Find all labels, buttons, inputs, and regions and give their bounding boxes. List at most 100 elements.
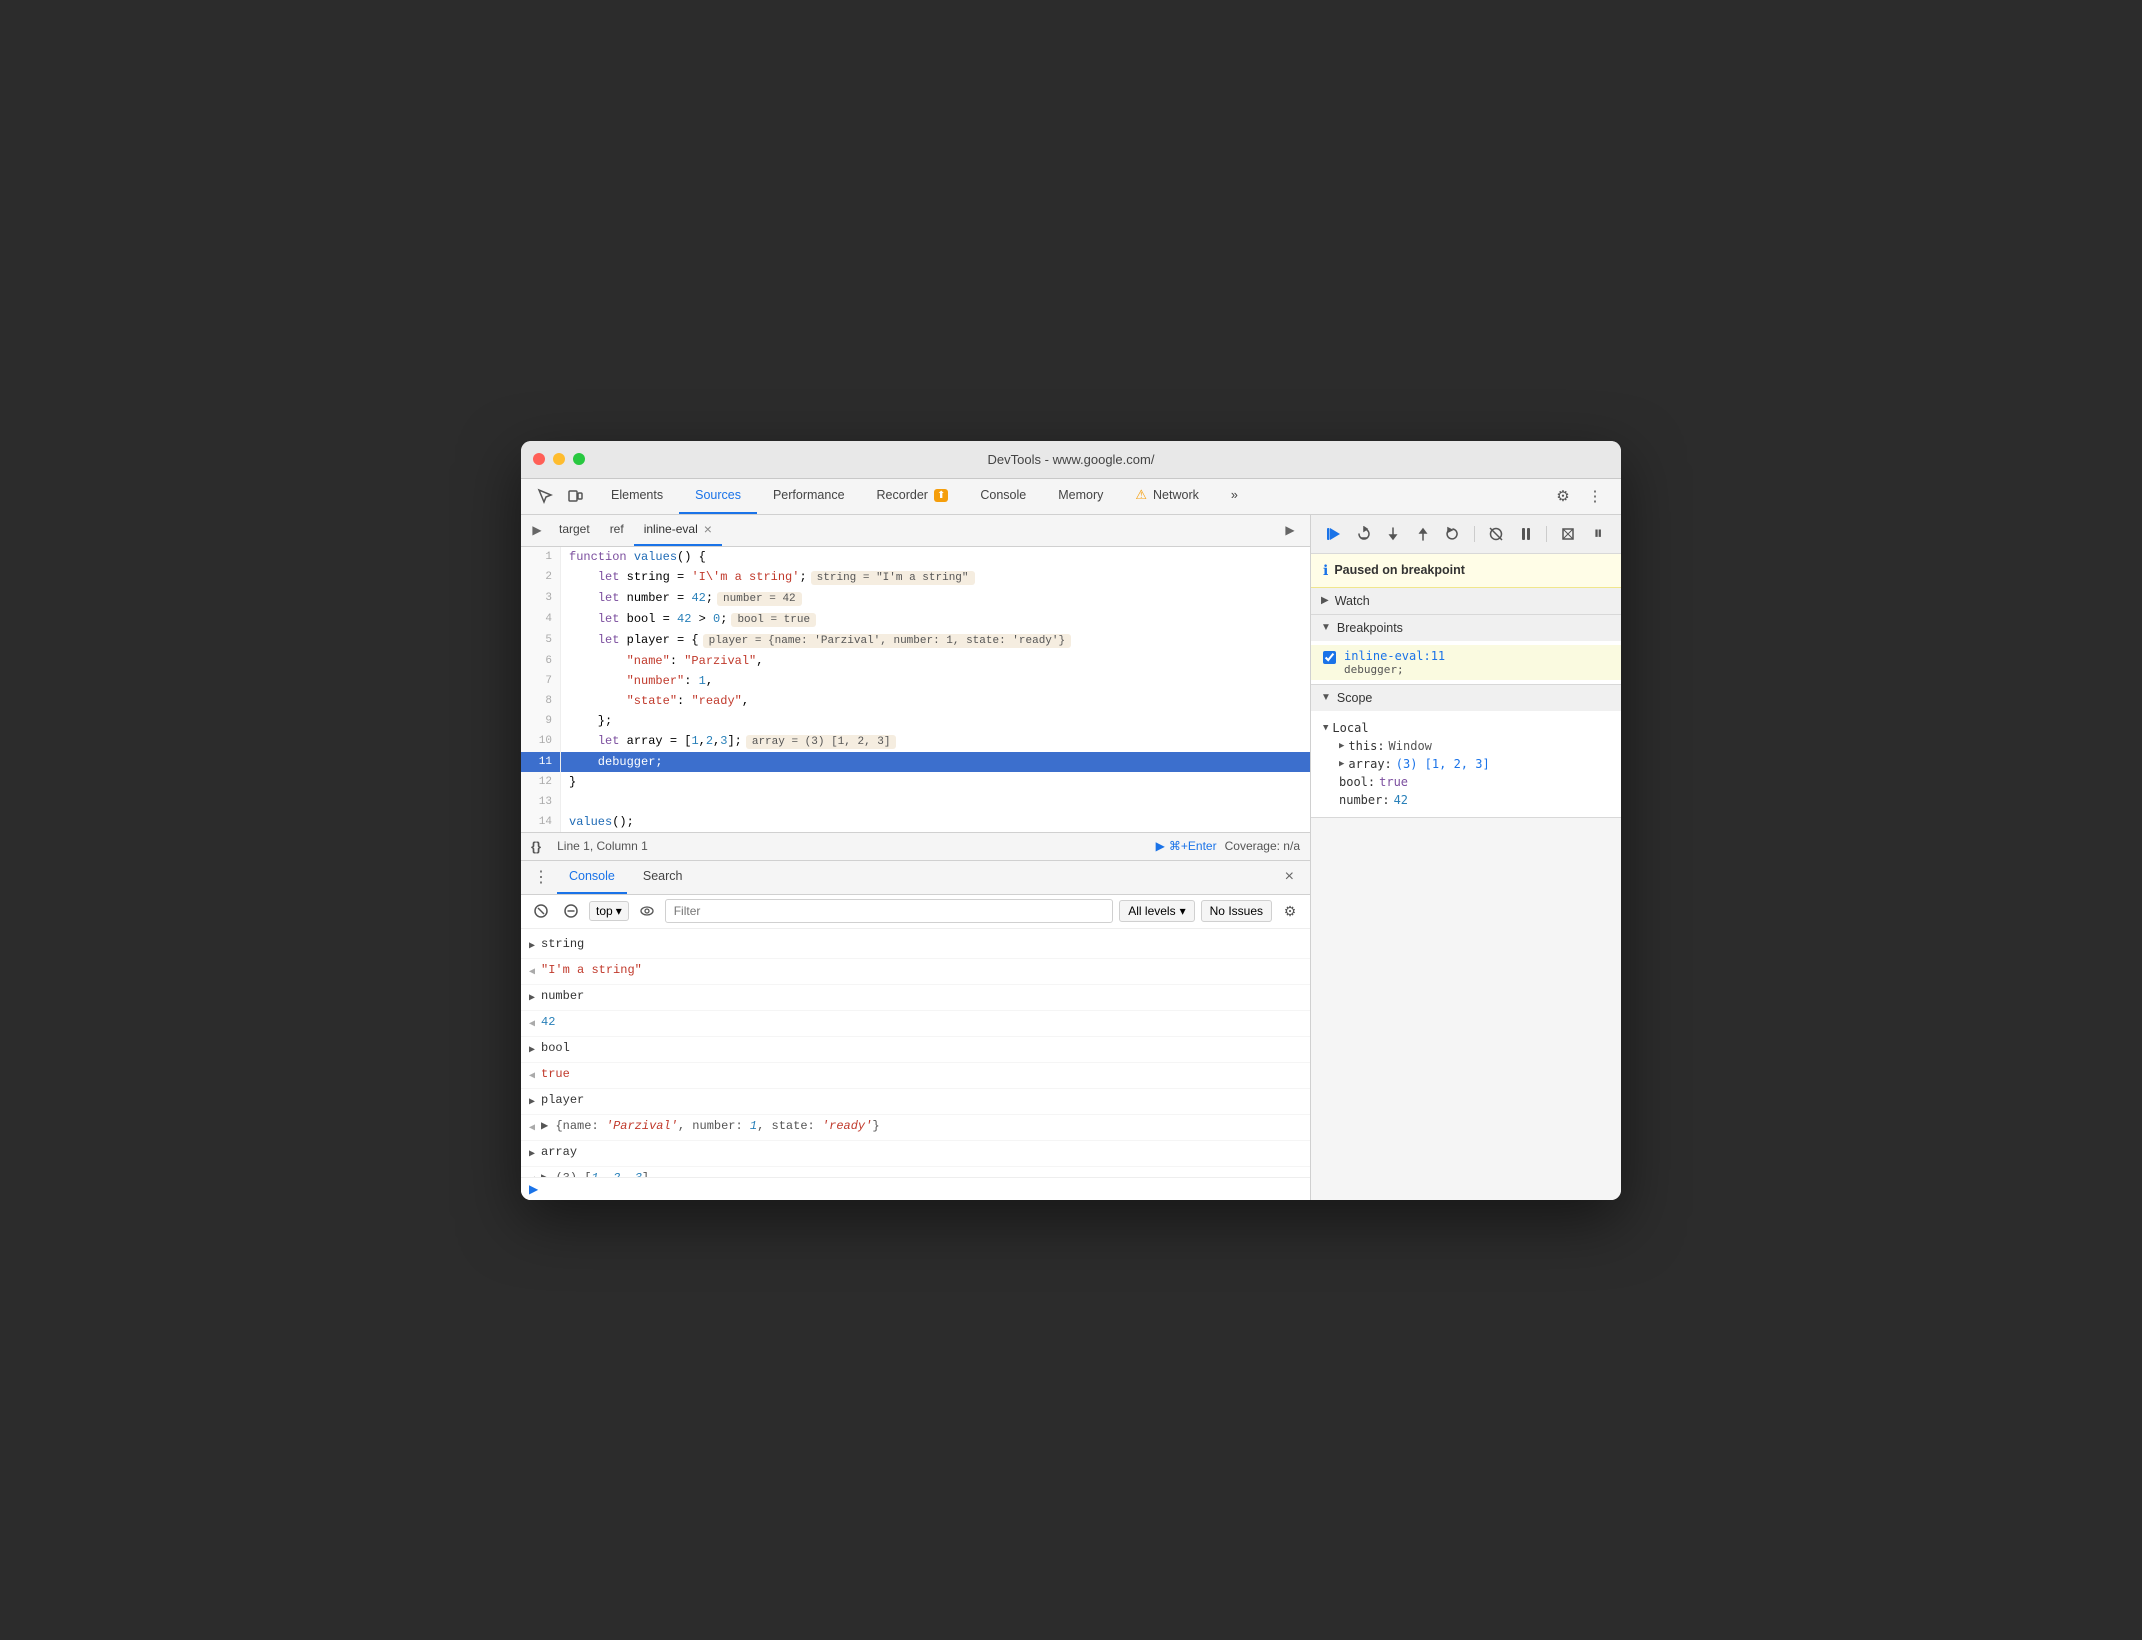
inspect-icon[interactable] bbox=[531, 482, 559, 510]
step-into-button[interactable] bbox=[1381, 521, 1407, 547]
code-line-9: 9 }; bbox=[521, 711, 1310, 731]
curly-braces-icon[interactable]: {} bbox=[531, 839, 541, 854]
watch-header[interactable]: ▶ Watch bbox=[1311, 588, 1621, 614]
scope-bool[interactable]: bool: true bbox=[1311, 773, 1621, 791]
breakpoint-item: inline-eval:11 debugger; bbox=[1311, 645, 1621, 680]
tab-elements[interactable]: Elements bbox=[595, 479, 679, 514]
breakpoint-location: inline-eval:11 bbox=[1344, 649, 1609, 663]
input-arrow-icon: ▶ bbox=[529, 1146, 535, 1164]
paused-message: Paused on breakpoint bbox=[1334, 563, 1465, 577]
step-over-button[interactable] bbox=[1351, 521, 1377, 547]
watch-section: ▶ Watch bbox=[1311, 588, 1621, 615]
tab-bar-right: ⚙ ⋮ bbox=[1541, 482, 1617, 510]
code-line-14: 14 values(); bbox=[521, 812, 1310, 832]
output-arrow-icon: ◀ bbox=[529, 1016, 535, 1034]
sources-tree-icon[interactable]: ▶ bbox=[525, 518, 549, 542]
tab-console-search[interactable]: Search bbox=[631, 861, 695, 894]
tab-more[interactable]: » bbox=[1215, 479, 1254, 514]
sources-tabs-right: ▶ bbox=[1278, 518, 1306, 542]
sources-more-icon[interactable]: ▶ bbox=[1278, 518, 1302, 542]
code-line-4: 4 let bool = 42 > 0;bool = true bbox=[521, 609, 1310, 630]
prompt-arrow-icon: ▶ bbox=[529, 1182, 538, 1196]
console-toolbar: top ▾ All levels ▾ bbox=[521, 895, 1310, 929]
tab-bar-icons bbox=[525, 482, 595, 510]
tab-sources[interactable]: Sources bbox=[679, 479, 757, 514]
code-line-11: 11 debugger; bbox=[521, 752, 1310, 772]
watch-label: Watch bbox=[1335, 594, 1370, 608]
pause-exceptions-button[interactable] bbox=[1513, 521, 1539, 547]
info-icon: ℹ bbox=[1323, 562, 1328, 579]
close-tab-icon[interactable]: × bbox=[704, 521, 712, 537]
console-menu-icon[interactable]: ⋮ bbox=[529, 865, 553, 889]
console-entry-string-output: ◀ "I'm a string" bbox=[521, 959, 1310, 985]
left-panel: ▶ target ref inline-eval × ▶ bbox=[521, 515, 1311, 1200]
tab-performance[interactable]: Performance bbox=[757, 479, 861, 514]
code-line-3: 3 let number = 42;number = 42 bbox=[521, 588, 1310, 609]
scope-header[interactable]: ▼ Scope bbox=[1311, 685, 1621, 711]
resume-button[interactable] bbox=[1321, 521, 1347, 547]
tab-memory[interactable]: Memory bbox=[1042, 479, 1119, 514]
dropdown-arrow-icon: ▾ bbox=[616, 904, 622, 918]
scope-array[interactable]: ▶ array: (3) [1, 2, 3] bbox=[1311, 755, 1621, 773]
tab-recorder[interactable]: Recorder ⬆ bbox=[861, 479, 965, 514]
debugger-toolbar: ⏸ bbox=[1311, 515, 1621, 554]
block-console-icon[interactable] bbox=[559, 899, 583, 923]
breakpoint-checkbox[interactable] bbox=[1323, 651, 1336, 664]
file-tab-target[interactable]: target bbox=[549, 515, 600, 546]
code-line-13: 13 bbox=[521, 792, 1310, 812]
console-tabs-bar: ⋮ Console Search × bbox=[521, 861, 1310, 895]
close-button[interactable] bbox=[533, 453, 545, 465]
maximize-button[interactable] bbox=[573, 453, 585, 465]
file-tab-ref[interactable]: ref bbox=[600, 515, 634, 546]
step-out-button[interactable] bbox=[1410, 521, 1436, 547]
console-settings-icon[interactable]: ⚙ bbox=[1278, 899, 1302, 923]
scope-content: ▼ Local ▶ this: Window ▶ array: bbox=[1311, 711, 1621, 817]
input-arrow-icon: ▶ bbox=[529, 938, 535, 956]
code-line-5: 5 let player = {player = {name: 'Parziva… bbox=[521, 630, 1310, 651]
console-entry-bool-output: ◀ true bbox=[521, 1063, 1310, 1089]
console-close-icon[interactable]: × bbox=[1277, 868, 1302, 886]
device-toolbar-icon[interactable] bbox=[561, 482, 589, 510]
tab-network[interactable]: ⚠ Network bbox=[1119, 479, 1215, 514]
breakpoints-section: ▼ Breakpoints inline-eval:11 debugger; bbox=[1311, 615, 1621, 685]
console-prompt-input[interactable] bbox=[544, 1182, 1302, 1196]
scope-this[interactable]: ▶ this: Window bbox=[1311, 737, 1621, 755]
deactivate-breakpoints-button[interactable] bbox=[1483, 521, 1509, 547]
scope-number[interactable]: number: 42 bbox=[1311, 791, 1621, 809]
console-entry-string-input: ▶ string bbox=[521, 933, 1310, 959]
paused-banner: ℹ Paused on breakpoint bbox=[1311, 554, 1621, 588]
more-debug-icon[interactable]: ⏸ bbox=[1585, 521, 1611, 547]
levels-dropdown[interactable]: All levels ▾ bbox=[1119, 900, 1194, 922]
main-tabs: Elements Sources Performance Recorder ⬆ … bbox=[595, 479, 1541, 514]
blackbox-icon[interactable] bbox=[1555, 521, 1581, 547]
file-tab-inline-eval[interactable]: inline-eval × bbox=[634, 515, 722, 546]
eye-icon[interactable] bbox=[635, 899, 659, 923]
filter-input[interactable] bbox=[665, 899, 1114, 923]
no-issues-button[interactable]: No Issues bbox=[1201, 900, 1272, 922]
breakpoints-header[interactable]: ▼ Breakpoints bbox=[1311, 615, 1621, 641]
context-dropdown[interactable]: top ▾ bbox=[589, 901, 629, 921]
step-button[interactable] bbox=[1440, 521, 1466, 547]
settings-icon[interactable]: ⚙ bbox=[1549, 482, 1577, 510]
customize-icon[interactable]: ⋮ bbox=[1581, 482, 1609, 510]
output-arrow-icon: ◀ bbox=[529, 1068, 535, 1086]
minimize-button[interactable] bbox=[553, 453, 565, 465]
tab-console[interactable]: Console bbox=[964, 479, 1042, 514]
input-arrow-icon: ▶ bbox=[529, 1042, 535, 1060]
clear-console-icon[interactable] bbox=[529, 899, 553, 923]
input-arrow-icon: ▶ bbox=[529, 1094, 535, 1112]
console-panel: ⋮ Console Search × bbox=[521, 860, 1310, 1200]
console-entry-array-input: ▶ array bbox=[521, 1141, 1310, 1167]
tab-console-console[interactable]: Console bbox=[557, 861, 627, 894]
scope-local-header[interactable]: ▼ Local bbox=[1311, 719, 1621, 737]
levels-arrow-icon: ▾ bbox=[1180, 904, 1186, 918]
traffic-lights bbox=[533, 453, 585, 465]
console-prompt: ▶ bbox=[521, 1177, 1310, 1200]
network-warning-icon: ⚠ bbox=[1135, 487, 1147, 503]
code-editor[interactable]: 1 function values() { 2 let string = 'I\… bbox=[521, 547, 1310, 832]
sources-file-tabs: ▶ target ref inline-eval × ▶ bbox=[521, 515, 1310, 547]
breakpoints-content: inline-eval:11 debugger; bbox=[1311, 641, 1621, 684]
run-button[interactable]: ▶ ⌘+Enter bbox=[1156, 839, 1217, 853]
code-line-8: 8 "state": "ready", bbox=[521, 691, 1310, 711]
output-arrow-icon: ◀ bbox=[529, 1120, 535, 1138]
